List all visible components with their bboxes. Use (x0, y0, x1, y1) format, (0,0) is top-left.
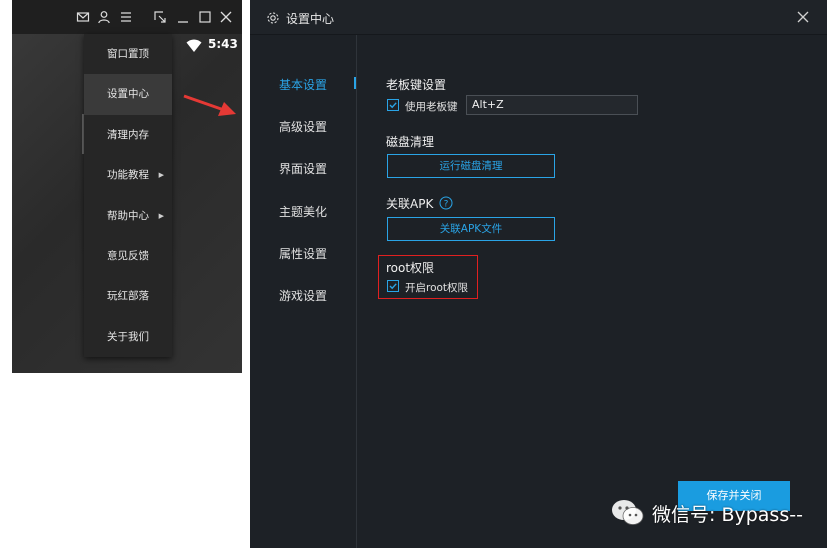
settings-dialog: 设置中心 基本设置 高级设置 界面设置 主题美化 属性设置 游戏设置 老板键设置… (250, 0, 827, 548)
link-apk-file-button[interactable]: 关联APK文件 (387, 217, 555, 241)
minimize-icon[interactable] (176, 10, 190, 24)
menu-item-label: 窗口置顶 (107, 48, 149, 60)
nav-item-basic-settings[interactable]: 基本设置 (279, 76, 327, 93)
menu-item-label: 玩红部落 (107, 290, 149, 303)
menu-item-label: 清理内存 (107, 128, 149, 141)
apk-section-title: 关联APK (386, 197, 434, 211)
maximize-icon[interactable] (198, 10, 212, 24)
svg-text:?: ? (444, 200, 449, 210)
settings-dropdown-menu: 窗口置顶 设置中心 清理内存 功能教程 ▶ 帮助中心 ▶ 意见反馈 玩红部落 关… (84, 34, 172, 357)
red-arrow-icon (183, 94, 236, 116)
menu-item-help-center[interactable]: 帮助中心 ▶ (84, 196, 172, 236)
mail-icon[interactable] (76, 10, 90, 24)
emulator-window: 5:43 窗口置顶 设置中心 清理内存 功能教程 ▶ 帮助中心 ▶ 意见反馈 玩… (12, 0, 242, 373)
submenu-arrow-icon: ▶ (158, 211, 164, 220)
wifi-icon (186, 38, 202, 52)
boss-key-section-title: 老板键设置 (386, 78, 447, 92)
dialog-title: 设置中心 (286, 12, 335, 26)
menu-item-pin-window[interactable]: 窗口置顶 (84, 34, 172, 74)
nav-item-game-settings[interactable]: 游戏设置 (279, 287, 327, 304)
menu-item-label: 意见反馈 (107, 249, 149, 262)
menu-item-label: 关于我们 (107, 330, 149, 343)
nav-item-interface-settings[interactable]: 界面设置 (279, 160, 327, 177)
help-icon[interactable]: ? (439, 195, 453, 210)
emulator-titlebar (12, 0, 242, 34)
boss-key-hotkey-input[interactable]: Alt+Z (466, 95, 638, 115)
nav-divider (356, 35, 357, 548)
menu-item-label: 设置中心 (107, 88, 149, 101)
nav-item-property-settings[interactable]: 属性设置 (279, 245, 327, 262)
menu-item-settings-center[interactable]: 设置中心 (84, 74, 172, 115)
user-icon[interactable] (97, 10, 111, 24)
nav-item-advanced-settings[interactable]: 高级设置 (279, 118, 327, 135)
root-checkbox[interactable] (387, 280, 399, 292)
root-checkbox-label: 开启root权限 (405, 282, 469, 294)
close-icon[interactable] (219, 10, 233, 24)
nav-item-theme[interactable]: 主题美化 (279, 203, 327, 220)
dialog-close-icon[interactable] (796, 9, 810, 23)
menu-icon[interactable] (119, 10, 133, 24)
gear-icon (266, 10, 280, 24)
menu-item-community[interactable]: 玩红部落 (84, 276, 172, 316)
status-time: 5:43 (208, 37, 238, 51)
dialog-titlebar: 设置中心 (250, 0, 827, 35)
root-section-title: root权限 (386, 261, 435, 275)
submenu-arrow-icon: ▶ (158, 171, 164, 180)
run-disk-clean-button[interactable]: 运行磁盘清理 (387, 154, 555, 178)
menu-item-clear-memory[interactable]: 清理内存 (84, 115, 172, 155)
boss-key-checkbox-label: 使用老板键 (405, 101, 458, 113)
nav-active-indicator (354, 77, 356, 89)
menu-item-about-us[interactable]: 关于我们 (84, 317, 172, 357)
menu-item-tutorials[interactable]: 功能教程 ▶ (84, 155, 172, 195)
wechat-logo-icon (612, 500, 644, 525)
disk-clean-section-title: 磁盘清理 (386, 135, 435, 149)
screenshot-icon[interactable] (153, 10, 167, 24)
menu-item-feedback[interactable]: 意见反馈 (84, 236, 172, 276)
watermark-text: 微信号: Bypass-- (652, 504, 803, 526)
menu-item-label: 功能教程 (107, 169, 149, 182)
menu-item-label: 帮助中心 (107, 209, 149, 222)
boss-key-checkbox[interactable] (387, 99, 399, 111)
